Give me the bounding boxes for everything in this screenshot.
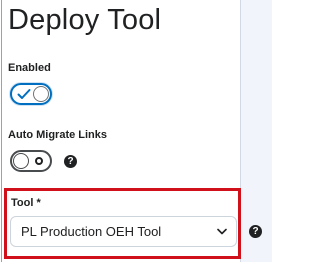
toggle-knob xyxy=(33,86,49,102)
question-circle-icon[interactable]: ? xyxy=(64,155,77,168)
tool-label: Tool * xyxy=(11,197,41,209)
auto-migrate-links-label: Auto Migrate Links xyxy=(8,129,108,141)
right-side-panel xyxy=(240,0,272,262)
left-divider xyxy=(1,0,2,262)
enabled-label: Enabled xyxy=(8,62,51,74)
ring-icon xyxy=(35,157,43,165)
toggle-knob xyxy=(13,153,29,169)
auto-migrate-links-toggle[interactable] xyxy=(10,150,52,172)
tool-select[interactable]: PL Production OEH Tool xyxy=(10,216,237,247)
deploy-tool-panel: Deploy Tool Enabled Auto Migrate Links ?… xyxy=(0,0,272,262)
chevron-down-icon xyxy=(217,228,227,235)
question-circle-icon[interactable]: ? xyxy=(249,225,262,238)
enabled-toggle[interactable] xyxy=(10,83,52,105)
page-title: Deploy Tool xyxy=(8,4,162,36)
checkmark-icon xyxy=(17,89,31,99)
tool-select-value: PL Production OEH Tool xyxy=(21,224,162,239)
